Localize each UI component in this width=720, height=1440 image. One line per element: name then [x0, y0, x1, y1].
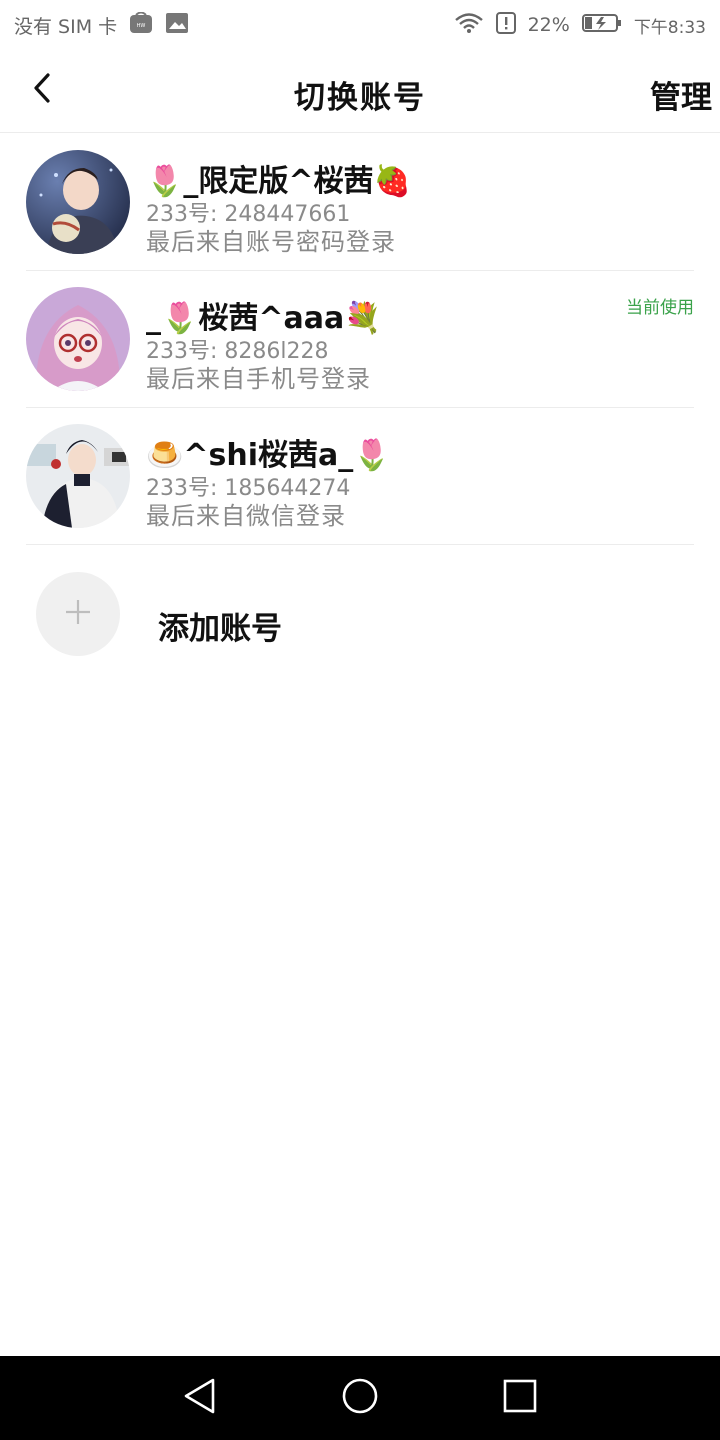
avatar	[26, 287, 130, 391]
page-title: 切换账号	[294, 80, 426, 116]
app-header: 切换账号 管理	[0, 50, 720, 133]
last-login-method: 最后来自手机号登录	[146, 365, 371, 393]
nav-home-button[interactable]	[330, 1368, 390, 1428]
add-account-label: 添加账号	[158, 610, 282, 647]
account-name: 🍮^shi桜茜a_🌷	[146, 438, 391, 473]
nav-recents-button[interactable]	[490, 1368, 550, 1428]
circle-home-icon	[341, 1377, 379, 1419]
carrier-text: 没有 SIM 卡	[14, 15, 118, 38]
alert-icon	[495, 11, 516, 39]
image-icon	[165, 12, 189, 39]
add-account-circle[interactable]	[36, 572, 120, 656]
avatar	[26, 424, 130, 528]
status-right: 22% 下午8:33	[454, 11, 706, 39]
account-row[interactable]: _🌷桜茜^aaa💐 233号: 8286l228 最后来自手机号登录 当前使用	[26, 271, 694, 408]
svg-text:HW: HW	[137, 23, 146, 29]
status-bar: 没有 SIM 卡 HW 22% 下午8:33	[0, 0, 720, 50]
battery-percent: 22%	[527, 14, 570, 36]
avatar	[26, 150, 130, 254]
wifi-icon	[454, 12, 484, 39]
status-left: 没有 SIM 卡 HW	[14, 11, 189, 39]
system-nav-bar	[0, 1356, 720, 1440]
current-account-badge: 当前使用	[626, 298, 694, 318]
square-recents-icon	[503, 1379, 537, 1417]
huawei-store-icon: HW	[129, 11, 153, 39]
account-name: _🌷桜茜^aaa💐	[146, 301, 382, 336]
nav-back-button[interactable]	[170, 1368, 230, 1428]
account-row[interactable]: 🍮^shi桜茜a_🌷 233号: 185644274 最后来自微信登录	[26, 408, 694, 545]
account-row[interactable]: 🌷_限定版^桜茜🍓 233号: 248447661 最后来自账号密码登录	[26, 134, 694, 271]
account-name: 🌷_限定版^桜茜🍓	[146, 164, 411, 199]
battery-charging-icon	[581, 13, 622, 38]
account-list: 🌷_限定版^桜茜🍓 233号: 248447661 最后来自账号密码登录 _🌷桜…	[0, 134, 720, 545]
add-account-button[interactable]: 添加账号	[36, 572, 436, 656]
triangle-back-icon	[183, 1378, 217, 1418]
plus-icon	[64, 598, 92, 630]
clock: 下午8:33	[633, 17, 706, 38]
last-login-method: 最后来自账号密码登录	[146, 228, 396, 256]
manage-button[interactable]: 管理	[650, 72, 712, 117]
last-login-method: 最后来自微信登录	[146, 502, 346, 530]
